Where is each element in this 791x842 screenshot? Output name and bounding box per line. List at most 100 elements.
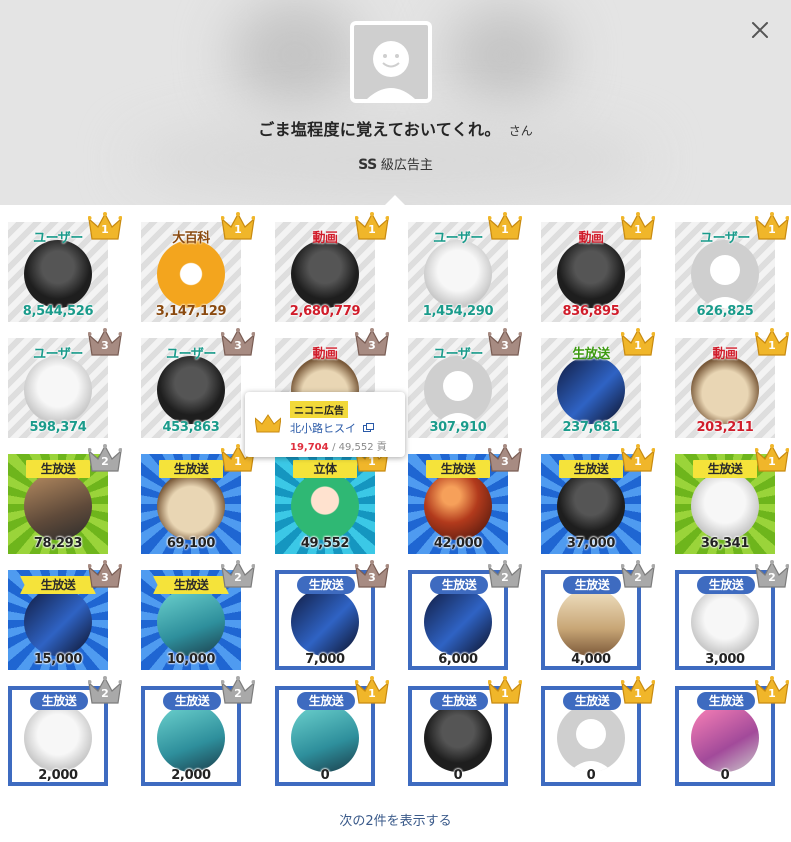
support-card[interactable]: 生放送 7,000 3 — [275, 560, 390, 670]
card-thumbnail — [557, 240, 625, 308]
card-thumbnail — [291, 704, 359, 772]
header-pointer — [384, 195, 406, 206]
card-category-label: 生放送 — [297, 692, 355, 710]
support-card[interactable]: 動画 2,680,779 1 — [275, 212, 390, 322]
card-thumbnail — [24, 356, 92, 424]
support-card[interactable]: 生放送 78,293 2 — [8, 444, 123, 554]
support-card[interactable]: 生放送 2,000 2 — [8, 676, 123, 786]
user-avatar[interactable] — [350, 21, 432, 103]
card-points: 42,000 — [433, 536, 483, 551]
support-card[interactable]: 生放送 10,000 2 — [141, 560, 256, 670]
advertiser-panel: ごま塩程度に覚えておいてくれ。 さん SS 級広告主 ユーザー 8,544,526 1… — [0, 0, 791, 842]
support-card[interactable]: ユーザー 1,454,290 1 — [408, 212, 523, 322]
card-thumbnail — [424, 356, 492, 424]
support-card[interactable]: 生放送 0 1 — [408, 676, 523, 786]
card-points: 8,544,526 — [22, 304, 94, 319]
card-category-label: 生放送 — [159, 460, 223, 478]
support-card[interactable]: 生放送 37,000 1 — [541, 444, 656, 554]
support-card[interactable]: 立体 49,552 1 — [275, 444, 390, 554]
crown-rank: 2 — [101, 455, 109, 468]
support-card[interactable]: ユーザー 307,910 3 — [408, 328, 523, 438]
card-thumbnail — [424, 704, 492, 772]
card-thumbnail — [424, 472, 492, 540]
support-card[interactable]: 生放送 69,100 1 — [141, 444, 256, 554]
card-thumbnail — [157, 240, 225, 308]
crown-rank: 1 — [634, 455, 642, 468]
crown-icon: 3 — [487, 444, 523, 474]
crown-rank: 2 — [234, 571, 242, 584]
support-card[interactable]: 生放送 6,000 2 — [408, 560, 523, 670]
support-card[interactable]: 大百科 3,147,129 1 — [141, 212, 256, 322]
card-points: 626,825 — [696, 304, 754, 319]
card-points: 307,910 — [429, 420, 487, 435]
card-category-label: 生放送 — [430, 692, 488, 710]
support-card[interactable]: ユーザー 8,544,526 1 — [8, 212, 123, 322]
crown-icon: 1 — [620, 676, 656, 706]
card-points: 36,341 — [700, 536, 750, 551]
close-button[interactable] — [748, 18, 772, 42]
default-avatar-icon — [569, 719, 613, 772]
support-card[interactable]: ユーザー 598,374 3 — [8, 328, 123, 438]
crown-rank: 3 — [501, 339, 509, 352]
crown-rank: 1 — [368, 687, 376, 700]
card-thumbnail — [291, 240, 359, 308]
crown-rank: 1 — [768, 223, 776, 236]
card-category-label: 生放送 — [430, 576, 488, 594]
default-avatar-icon — [436, 371, 480, 424]
support-card[interactable]: 生放送 0 1 — [675, 676, 790, 786]
support-card[interactable]: ユーザー 626,825 1 — [675, 212, 790, 322]
support-card[interactable]: 生放送 15,000 3 — [8, 560, 123, 670]
support-card[interactable]: 生放送 2,000 2 — [141, 676, 256, 786]
crown-rank: 1 — [101, 223, 109, 236]
crown-rank: 2 — [768, 571, 776, 584]
crown-rank: 2 — [634, 571, 642, 584]
crown-icon: 3 — [87, 560, 123, 590]
support-card[interactable]: 生放送 0 1 — [275, 676, 390, 786]
crown-icon: 3 — [354, 328, 390, 358]
card-thumbnail — [557, 704, 625, 772]
close-icon — [752, 22, 768, 38]
support-card[interactable]: 生放送 3,000 2 — [675, 560, 790, 670]
crown-rank: 3 — [101, 339, 109, 352]
support-card[interactable]: 生放送 0 1 — [541, 676, 656, 786]
card-points: 203,211 — [696, 420, 754, 435]
card-points: 1,454,290 — [422, 304, 494, 319]
support-card[interactable]: 生放送 4,000 2 — [541, 560, 656, 670]
card-points: 4,000 — [571, 652, 611, 667]
support-card[interactable]: 動画 203,211 1 — [675, 328, 790, 438]
card-thumbnail — [24, 472, 92, 540]
support-card[interactable]: 動画 836,895 1 — [541, 212, 656, 322]
card-points: 10,000 — [166, 652, 216, 667]
card-points: 15,000 — [33, 652, 83, 667]
card-points: 7,000 — [305, 652, 345, 667]
support-card[interactable]: 生放送 42,000 3 — [408, 444, 523, 554]
crown-icon: 1 — [354, 212, 390, 242]
card-thumbnail — [24, 704, 92, 772]
support-card[interactable]: ユーザー 453,863 3 — [141, 328, 256, 438]
card-thumbnail — [291, 588, 359, 656]
crown-icon: 2 — [220, 560, 256, 590]
default-avatar-icon — [367, 41, 415, 99]
crown-rank: 3 — [368, 571, 376, 584]
default-avatar-icon — [703, 255, 747, 308]
support-points: 19,704 / 49,552 貢 — [290, 438, 387, 453]
card-category-label: 生放送 — [693, 460, 757, 478]
crown-rank: 3 — [501, 455, 509, 468]
support-card[interactable]: 生放送 237,681 1 — [541, 328, 656, 438]
show-more-link[interactable]: 次の2件を表示する — [0, 810, 791, 829]
crown-rank: 1 — [501, 687, 509, 700]
crown-icon: 2 — [87, 676, 123, 706]
crown-rank: 2 — [101, 687, 109, 700]
card-category-label: 生放送 — [30, 692, 88, 710]
card-points: 78,293 — [33, 536, 83, 551]
support-card[interactable]: 生放送 36,341 1 — [675, 444, 790, 554]
supporter-name[interactable]: 北小路ヒスイ — [290, 420, 374, 436]
card-category-label: 立体 — [293, 460, 357, 478]
crown-icon: 1 — [620, 444, 656, 474]
card-thumbnail — [424, 588, 492, 656]
crown-icon: 1 — [754, 328, 790, 358]
card-thumbnail — [557, 356, 625, 424]
crown-icon: 1 — [87, 212, 123, 242]
card-category-label: 生放送 — [26, 460, 90, 478]
crown-rank: 1 — [501, 223, 509, 236]
